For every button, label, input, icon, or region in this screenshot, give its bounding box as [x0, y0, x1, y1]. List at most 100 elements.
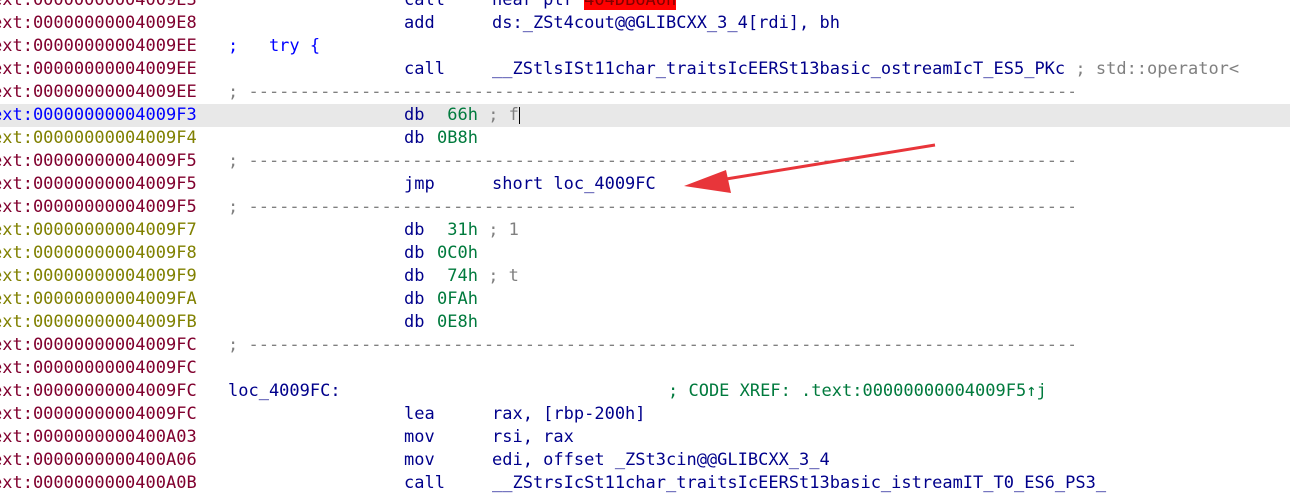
listing-line[interactable]: ext:00000000004009F3 db 66h ; f — [0, 104, 1290, 127]
listing-line[interactable]: ext:00000000004009EE ; ------------------… — [0, 81, 1290, 104]
separator-comment: ; --------------------------------------… — [228, 335, 1074, 355]
byte-value[interactable]: 0B8h — [437, 128, 478, 148]
listing-line[interactable]: ext:0000000000400A06 mov edi, offset _ZSt3… — [0, 449, 1290, 472]
instruction-mnemonic[interactable]: db — [404, 311, 424, 334]
operand-text[interactable]: rax, [rbp-200h] — [492, 404, 646, 424]
listing-line[interactable]: ext:00000000004009FB db 0E8h — [0, 311, 1290, 334]
instruction-mnemonic[interactable]: db — [404, 127, 424, 150]
instruction-mnemonic[interactable]: db — [404, 288, 424, 311]
data-byte-operand[interactable]: 74h ; t — [437, 265, 519, 288]
xref-comment[interactable]: ; CODE XREF: .text:00000000004009F5↑j — [668, 380, 1047, 403]
listing-line[interactable]: ext:00000000004009F9 db 74h ; t — [0, 265, 1290, 288]
byte-value[interactable]: 0FAh — [437, 289, 478, 309]
byte-value[interactable]: 31h — [437, 220, 478, 240]
instruction-operand[interactable]: __ZStrsIcSt11char_traitsIcEERSt13basic_i… — [492, 472, 1106, 495]
instruction-mnemonic[interactable]: mov — [404, 426, 435, 449]
listing-line[interactable]: ext:00000000004009F7 db 31h ; 1 — [0, 219, 1290, 242]
instruction-mnemonic[interactable]: mov — [404, 449, 435, 472]
byte-value[interactable]: 0C0h — [437, 243, 478, 263]
data-byte-operand[interactable]: 0E8h — [437, 311, 478, 334]
byte-value[interactable]: 0E8h — [437, 312, 478, 332]
line-address[interactable]: ext:00000000004009EE — [0, 35, 197, 58]
instruction-mnemonic[interactable]: call — [404, 472, 445, 495]
line-address[interactable]: ext:0000000000400A06 — [0, 449, 197, 472]
byte-char-comment: ; t — [477, 266, 519, 286]
line-address[interactable]: ext:00000000004009F5 — [0, 196, 197, 219]
instruction-operand[interactable]: __ZStlsISt11char_traitsIcEERSt13basic_os… — [492, 58, 1239, 81]
line-address[interactable]: ext:0000000000400A0B — [0, 472, 197, 495]
operand-text[interactable]: short loc_4009FC — [492, 174, 656, 194]
line-address[interactable]: ext:00000000004009E3 — [0, 0, 197, 12]
data-byte-operand[interactable]: 0FAh — [437, 288, 478, 311]
line-address[interactable]: ext:00000000004009FC — [0, 403, 197, 426]
line-address[interactable]: ext:00000000004009FC — [0, 380, 197, 403]
byte-char-comment: ; f — [477, 105, 519, 125]
line-address[interactable]: ext:00000000004009FC — [0, 334, 197, 357]
listing-line[interactable]: ext:00000000004009EE ; try { — [0, 35, 1290, 58]
operand-text[interactable]: near ptr — [492, 0, 584, 10]
instruction-operand[interactable]: rax, [rbp-200h] — [492, 403, 646, 426]
line-address[interactable]: ext:00000000004009FB — [0, 311, 197, 334]
data-byte-operand[interactable]: 31h ; 1 — [437, 219, 519, 242]
instruction-operand[interactable]: ds:_ZSt4cout@@GLIBCXX_3_4[rdi], bh — [492, 12, 840, 35]
data-byte-operand[interactable]: 0C0h — [437, 242, 478, 265]
instruction-mnemonic[interactable]: db — [404, 104, 424, 127]
disassembly-listing[interactable]: ext:00000000004009E3 call near ptr 404DB6A… — [0, 0, 1290, 495]
instruction-mnemonic[interactable]: add — [404, 12, 435, 35]
listing-line[interactable]: ext:00000000004009F5 ; ------------------… — [0, 150, 1290, 173]
instruction-operand[interactable]: near ptr 404DB6A6h — [492, 0, 677, 12]
line-address[interactable]: ext:00000000004009F9 — [0, 265, 197, 288]
listing-line[interactable]: ext:00000000004009F4 db 0B8h — [0, 127, 1290, 150]
listing-line[interactable]: ext:00000000004009FC ; ------------------… — [0, 334, 1290, 357]
listing-line[interactable]: ext:00000000004009F5 jmp short loc_4009FC — [0, 173, 1290, 196]
listing-line[interactable]: ext:00000000004009F5 ; ------------------… — [0, 196, 1290, 219]
listing-line[interactable]: ext:00000000004009FC — [0, 357, 1290, 380]
listing-line[interactable]: ext:00000000004009FC lea rax, [rbp-200h] — [0, 403, 1290, 426]
listing-line[interactable]: ext:00000000004009E3 call near ptr 404DB6A… — [0, 0, 1290, 12]
line-address[interactable]: ext:0000000000400A03 — [0, 426, 197, 449]
line-address[interactable]: ext:00000000004009F4 — [0, 127, 197, 150]
instruction-mnemonic[interactable]: db — [404, 265, 424, 288]
listing-line[interactable]: ext:0000000000400A0B call __ZStrsIcSt11cha… — [0, 472, 1290, 495]
xref-text[interactable]: ; CODE XREF: .text:00000000004009F5↑j — [668, 381, 1047, 401]
instruction-operand[interactable]: short loc_4009FC — [492, 173, 656, 196]
listing-line[interactable]: ext:00000000004009EE call __ZStlsISt11char… — [0, 58, 1290, 81]
data-byte-operand[interactable]: 0B8h — [437, 127, 478, 150]
error-operand-highlight[interactable]: 404DB6A6h — [584, 0, 677, 10]
instruction-operand[interactable]: rsi, rax — [492, 426, 574, 449]
line-address[interactable]: ext:00000000004009FA — [0, 288, 197, 311]
listing-line[interactable]: ext:00000000004009F8 db 0C0h — [0, 242, 1290, 265]
line-address[interactable]: ext:00000000004009F3 — [0, 104, 197, 127]
operand-text[interactable]: __ZStlsISt11char_traitsIcEERSt13basic_os… — [492, 59, 1065, 79]
operand-text[interactable]: edi, offset _ZSt3cin@@GLIBCXX_3_4 — [492, 450, 830, 470]
listing-line[interactable]: ext:00000000004009FC loc_4009FC: ; CODE XR… — [0, 380, 1290, 403]
separator-comment: ; --------------------------------------… — [228, 151, 1074, 171]
instruction-mnemonic[interactable]: jmp — [404, 173, 435, 196]
code-label[interactable]: loc_4009FC: — [228, 380, 341, 403]
operand-text[interactable]: rsi, rax — [492, 427, 574, 447]
line-address[interactable]: ext:00000000004009E8 — [0, 12, 197, 35]
operand-text[interactable]: __ZStrsIcSt11char_traitsIcEERSt13basic_i… — [492, 473, 1106, 493]
byte-value[interactable]: 74h — [437, 266, 478, 286]
data-byte-operand[interactable]: 66h ; f — [437, 104, 520, 127]
listing-line[interactable]: ext:0000000000400A03 mov rsi, rax — [0, 426, 1290, 449]
operand-text[interactable]: ds:_ZSt4cout@@GLIBCXX_3_4[rdi], bh — [492, 13, 840, 33]
instruction-mnemonic[interactable]: call — [404, 0, 445, 12]
text-cursor — [518, 106, 520, 124]
byte-value[interactable]: 66h — [437, 105, 478, 125]
instruction-mnemonic[interactable]: db — [404, 219, 424, 242]
line-address[interactable]: ext:00000000004009F7 — [0, 219, 197, 242]
instruction-mnemonic[interactable]: db — [404, 242, 424, 265]
instruction-mnemonic[interactable]: lea — [404, 403, 435, 426]
line-address[interactable]: ext:00000000004009EE — [0, 81, 197, 104]
line-address[interactable]: ext:00000000004009F8 — [0, 242, 197, 265]
line-address[interactable]: ext:00000000004009F5 — [0, 173, 197, 196]
line-address[interactable]: ext:00000000004009EE — [0, 58, 197, 81]
instruction-mnemonic[interactable]: call — [404, 58, 445, 81]
instruction-operand[interactable]: edi, offset _ZSt3cin@@GLIBCXX_3_4 — [492, 449, 830, 472]
line-address[interactable]: ext:00000000004009FC — [0, 357, 197, 380]
line-address[interactable]: ext:00000000004009F5 — [0, 150, 197, 173]
listing-line[interactable]: ext:00000000004009FA db 0FAh — [0, 288, 1290, 311]
listing-line[interactable]: ext:00000000004009E8 add ds:_ZSt4cout@@GLI… — [0, 12, 1290, 35]
separator-comment: ; --------------------------------------… — [228, 197, 1074, 217]
